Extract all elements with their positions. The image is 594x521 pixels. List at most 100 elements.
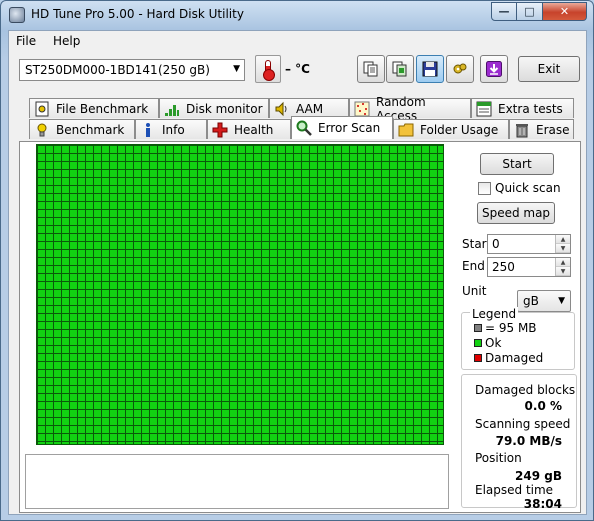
thermometer-icon (263, 60, 275, 81)
speed-map-button[interactable]: Speed map (477, 202, 555, 224)
tab-folder-usage[interactable]: Folder Usage (393, 119, 509, 139)
download-button[interactable] (480, 55, 508, 83)
window-title: HD Tune Pro 5.00 - Hard Disk Utility (31, 7, 244, 21)
spin-up-icon[interactable]: ▲ (556, 235, 570, 244)
legend-green-swatch (474, 339, 482, 347)
tab-error-scan[interactable]: Error Scan (291, 116, 393, 139)
tab-extra-tests[interactable]: Extra tests (471, 98, 574, 118)
save-button[interactable] (416, 55, 444, 83)
options-button[interactable] (446, 55, 474, 83)
tab-row-top: File Benchmark Disk monitor AAM Random A… (19, 95, 581, 123)
temperature-readout: – °C (285, 62, 310, 76)
tab-label: Erase (536, 122, 570, 137)
legend-block-size: = 95 MB (474, 321, 537, 335)
start-position-value: 0 (492, 237, 500, 251)
copy-screenshot-button[interactable] (386, 55, 414, 83)
magnifier-icon (296, 120, 312, 136)
save-icon (422, 61, 438, 77)
end-position-input[interactable]: 250 ▲ ▼ (487, 257, 571, 277)
scanning-speed-label: Scanning speed (475, 417, 571, 431)
drive-size: (250 gB) (158, 63, 210, 77)
temperature-button[interactable] (255, 55, 281, 83)
scan-log-box[interactable] (25, 454, 449, 509)
minimize-button[interactable]: — (491, 2, 517, 21)
legend-block-label: = 95 MB (485, 321, 537, 335)
health-icon (212, 122, 228, 137)
copy-info-icon (363, 61, 378, 77)
menu-bar: File Help (9, 31, 586, 51)
tab-info[interactable]: Info (135, 119, 207, 139)
title-bar[interactable]: HD Tune Pro 5.00 - Hard Disk Utility — □… (1, 1, 593, 29)
tab-label: Benchmark (56, 122, 125, 137)
spin-down-icon[interactable]: ▼ (556, 267, 570, 276)
drive-name: ST250DM000-1BD141 (25, 63, 158, 77)
end-spinner[interactable]: ▲ ▼ (555, 258, 570, 276)
window-controls: — □ ✕ (491, 2, 587, 22)
damaged-blocks-value: 0.0 % (524, 399, 562, 413)
scan-block-grid (36, 144, 444, 445)
tab-file-benchmark[interactable]: File Benchmark (29, 98, 159, 118)
unit-label: Unit (462, 284, 487, 298)
tab-row-bottom: Benchmark Info Health Error Scan Folder … (19, 116, 581, 139)
start-spinner[interactable]: ▲ ▼ (555, 235, 570, 253)
legend-ok: Ok (474, 336, 501, 350)
end-position-value: 250 (492, 260, 515, 274)
file-benchmark-icon (35, 101, 49, 116)
elapsed-time-label: Elapsed time (475, 483, 554, 497)
scanning-speed-value: 79.0 MB/s (495, 434, 562, 448)
menu-file[interactable]: File (16, 34, 36, 48)
legend-damaged-label: Damaged (485, 351, 544, 365)
tab-label: Folder Usage (420, 122, 499, 137)
copy-info-button[interactable] (357, 55, 385, 83)
legend-gray-swatch (474, 324, 482, 332)
speaker-icon (275, 101, 287, 116)
spin-up-icon[interactable]: ▲ (556, 258, 570, 267)
maximize-button[interactable]: □ (517, 2, 543, 21)
close-icon: ✕ (559, 5, 570, 18)
folder-icon (398, 123, 414, 136)
client-area: File Help ST250DM000-1BD141 (250 gB) ▼ –… (8, 30, 587, 515)
legend-title: Legend (470, 307, 519, 321)
menu-help[interactable]: Help (53, 34, 80, 48)
extra-tests-icon (476, 101, 492, 116)
chevron-down-icon: ▼ (558, 296, 565, 306)
quick-scan-option[interactable]: Quick scan (478, 181, 561, 195)
start-position-input[interactable]: 0 ▲ ▼ (487, 234, 571, 254)
tab-label: File Benchmark (56, 101, 149, 116)
end-label: End (462, 259, 485, 273)
tab-aam[interactable]: AAM (269, 98, 349, 118)
exit-button[interactable]: Exit (518, 56, 580, 82)
quick-scan-label: Quick scan (495, 181, 561, 195)
legend-damaged: Damaged (474, 351, 543, 365)
benchmark-icon (37, 123, 47, 136)
spin-down-icon[interactable]: ▼ (556, 244, 570, 253)
drive-select[interactable]: ST250DM000-1BD141 (250 gB) ▼ (19, 59, 245, 81)
unit-select[interactable]: gB ▼ (517, 290, 571, 312)
quick-scan-checkbox[interactable] (478, 181, 491, 195)
tab-benchmark[interactable]: Benchmark (29, 119, 135, 139)
start-scan-button[interactable]: Start (480, 153, 554, 175)
tab-health[interactable]: Health (207, 119, 291, 139)
legend-box: Legend = 95 MB Ok Damaged (461, 307, 575, 370)
disk-monitor-icon (165, 104, 179, 116)
tab-erase[interactable]: Erase (509, 119, 574, 139)
tab-disk-monitor[interactable]: Disk monitor (159, 98, 269, 118)
position-label: Position (475, 451, 522, 465)
tab-label: Info (162, 122, 185, 137)
tab-label: Error Scan (318, 121, 381, 135)
app-window: HD Tune Pro 5.00 - Hard Disk Utility — □… (0, 0, 594, 521)
chevron-down-icon: ▼ (233, 64, 240, 74)
options-icon (453, 63, 467, 74)
damaged-blocks-label: Damaged blocks (475, 383, 576, 397)
maximize-icon: □ (524, 5, 535, 18)
close-button[interactable]: ✕ (543, 2, 587, 21)
tab-label: Health (234, 122, 274, 137)
trash-icon (516, 123, 528, 137)
error-scan-panel: Start Quick scan Speed map Start 0 ▲ ▼ En… (19, 141, 581, 513)
tab-random-access[interactable]: Random Access (349, 95, 471, 123)
minimize-icon: — (498, 5, 510, 18)
position-value: 249 gB (515, 469, 562, 483)
hd-tune-app-icon[interactable] (9, 7, 25, 23)
elapsed-time-value: 38:04 (523, 497, 562, 511)
legend-red-swatch (474, 354, 482, 362)
